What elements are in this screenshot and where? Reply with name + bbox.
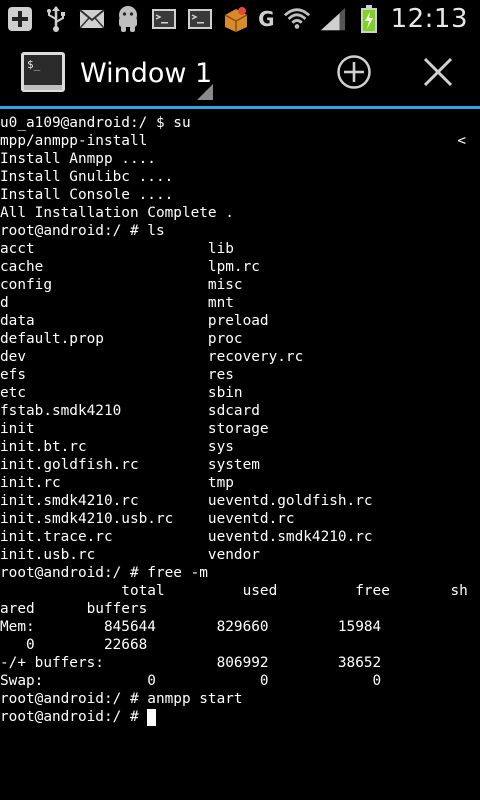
terminal-line: root@android:/ # anmpp start (0, 691, 243, 707)
add-icon (6, 5, 34, 33)
terminal-line: mpp/anmpp-install < (0, 132, 480, 150)
window-dropdown-indicator-icon[interactable] (197, 84, 213, 100)
email-icon (78, 5, 106, 33)
terminal-line: init.rc tmp (0, 475, 234, 491)
system-icons: G 12:13 (258, 4, 468, 34)
new-window-button[interactable] (332, 50, 376, 94)
terminal-line: init.trace.rc ueventd.smdk4210.rc (0, 529, 373, 545)
signal-icon (319, 5, 347, 33)
terminal-line: init.usb.rc vendor (0, 547, 260, 563)
svg-text:$_: $_ (27, 58, 41, 71)
action-bar (0, 38, 480, 106)
terminal-line: efs res (0, 367, 234, 383)
terminal-line: config misc (0, 277, 243, 293)
close-icon (423, 57, 453, 87)
terminal-line: All Installation Complete . (0, 205, 234, 221)
terminal-line: default.prop proc (0, 331, 243, 347)
close-window-button[interactable] (416, 50, 460, 94)
g-icon: G (258, 7, 275, 31)
terminal-line: etc sbin (0, 385, 243, 401)
notification-icons (6, 4, 250, 34)
terminal-line-text: mpp/anmpp-install (0, 133, 148, 149)
terminal-line: Mem: 845644 829660 15984 (0, 619, 382, 635)
terminal-line: init.smdk4210.usb.rc ueventd.rc (0, 511, 295, 527)
terminal-line: init.bt.rc sys (0, 439, 234, 455)
usb-icon (42, 5, 70, 33)
terminal-prompt: root@android:/ # (0, 709, 148, 725)
terminal-line: total used free sh (0, 583, 468, 599)
terminal-line: dev recovery.rc (0, 349, 304, 365)
terminal-view[interactable]: u0_a109@android:/ $ su mpp/anmpp-install… (0, 114, 480, 800)
terminal-line: d mnt (0, 295, 234, 311)
terminal-line: root@android:/ # ls (0, 223, 165, 239)
clock: 12:13 (390, 4, 468, 34)
battery-charging-icon (355, 5, 383, 33)
terminal-line: Install Gnulibc .... (0, 169, 174, 185)
terminal-line: init storage (0, 421, 269, 437)
terminal-line: fstab.smdk4210 sdcard (0, 403, 260, 419)
terminal-app-icon: $_ (20, 51, 66, 93)
terminal-line: cache lpm.rc (0, 259, 260, 275)
wrap-marker: < (457, 133, 466, 149)
terminal-line: root@android:/ # free -m (0, 565, 208, 581)
terminal-line: acct lib (0, 241, 234, 257)
terminal-icon (186, 5, 214, 33)
android-icon (114, 5, 142, 33)
window-title[interactable]: Window 1 (80, 56, 212, 92)
status-bar: G 12:13 (0, 0, 480, 38)
terminal-line: init.goldfish.rc system (0, 457, 260, 473)
text-cursor (147, 709, 157, 726)
terminal-line: init.smdk4210.rc ueventd.goldfish.rc (0, 493, 373, 509)
terminal-line: ared buffers (0, 601, 148, 617)
terminal-line: Install Console .... (0, 187, 174, 203)
app-icon (222, 5, 250, 33)
terminal-prompt-line[interactable]: root@android:/ # (0, 708, 480, 726)
terminal-line: Swap: 0 0 0 (0, 673, 382, 689)
wifi-icon (283, 5, 311, 33)
terminal-line: -/+ buffers: 806992 38652 (0, 655, 382, 671)
terminal-line: u0_a109@android:/ $ su (0, 115, 191, 131)
terminal-line: Install Anmpp .... (0, 151, 156, 167)
action-bar-divider (0, 106, 480, 109)
plus-circle-icon (337, 55, 371, 89)
terminal-icon (150, 5, 178, 33)
terminal-line: data preload (0, 313, 269, 329)
terminal-line: 0 22668 (0, 637, 148, 653)
